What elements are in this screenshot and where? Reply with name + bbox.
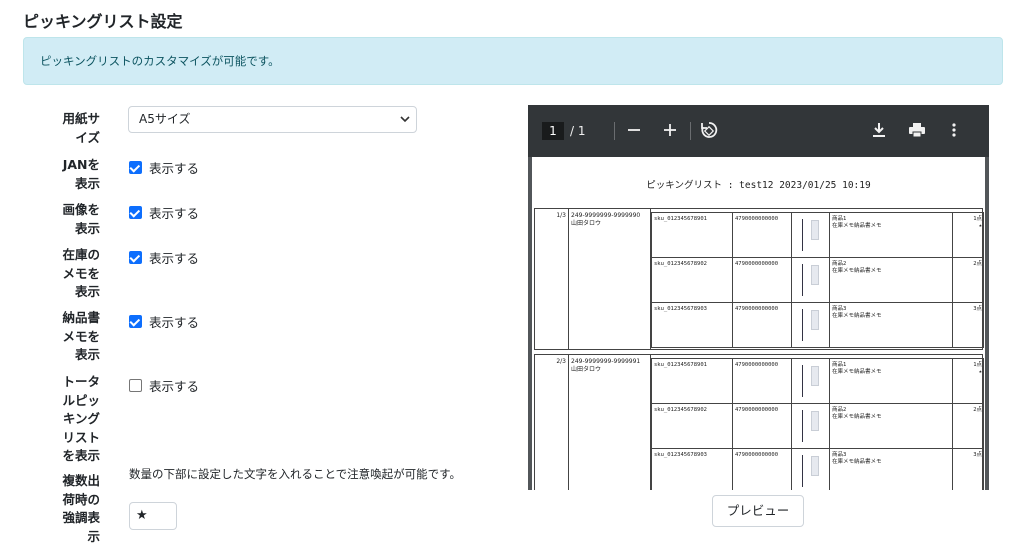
order-block: 2/3 249-9999999-9999991 山田タロウ sku_012345… — [534, 354, 984, 490]
show-stock-memo-checkbox-row[interactable]: 表示する — [129, 248, 199, 267]
info-alert-text: ピッキングリストのカスタマイズが可能です。 — [40, 54, 280, 68]
pdf-page: ピッキングリスト : test12 2023/01/25 10:19 1/3 2… — [532, 157, 985, 490]
show-jan-label: JANを 表示 — [62, 157, 100, 191]
paper-size-label: 用紙サ イズ — [62, 111, 100, 145]
pdf-viewer[interactable]: 1 / 1 ピッキングリスト : test12 2023/01/25 10:19… — [528, 105, 989, 490]
show-image-label: 画像を 表示 — [62, 202, 100, 236]
show-delivery-memo-checkbox-label: 表示する — [149, 315, 200, 330]
multi-emphasis-label: 複数出 荷時の 強調表 示 — [62, 473, 100, 544]
order-line: sku_012345678903 4790000000000 商品3 在庫メモ納品… — [651, 448, 984, 490]
show-delivery-memo-label: 納品書 メモを 表示 — [62, 310, 100, 362]
show-total-picking-checkbox[interactable] — [129, 379, 142, 392]
product-image — [792, 303, 830, 347]
preview-button[interactable]: プレビュー — [712, 495, 804, 527]
show-delivery-memo-checkbox[interactable] — [129, 315, 142, 328]
multi-emphasis-help: 数量の下部に設定した文字を入れることで注意喚起が可能です。 — [129, 467, 462, 481]
product-image — [792, 449, 830, 490]
toolbar-divider — [614, 122, 615, 140]
show-image-checkbox[interactable] — [129, 206, 142, 219]
page-number-input[interactable]: 1 — [542, 122, 564, 140]
page-title: ピッキングリスト設定 — [23, 12, 183, 31]
product-image — [792, 404, 830, 448]
zoom-out-icon[interactable] — [627, 119, 641, 147]
product-image — [792, 213, 830, 257]
show-stock-memo-checkbox[interactable] — [129, 251, 142, 264]
doc-title: ピッキングリスト : test12 2023/01/25 10:19 — [646, 180, 871, 191]
zoom-in-icon[interactable] — [663, 119, 677, 147]
order-index: 1/3 — [535, 209, 569, 349]
paper-size-value: A5サイズ — [139, 112, 191, 126]
order-line: sku_012345678903 4790000000000 商品3 在庫メモ納品… — [651, 302, 984, 348]
page-total: / 1 — [570, 124, 586, 138]
toolbar-divider — [690, 122, 691, 140]
print-icon[interactable] — [908, 119, 926, 147]
rotate-icon[interactable] — [700, 119, 718, 147]
show-image-checkbox-label: 表示する — [149, 206, 200, 221]
show-stock-memo-checkbox-label: 表示する — [149, 251, 200, 266]
info-alert: ピッキングリストのカスタマイズが可能です。 — [23, 37, 1003, 85]
order-line: sku_012345678901 4790000000000 商品1 在庫メモ納品… — [651, 358, 984, 404]
show-jan-checkbox-label: 表示する — [149, 161, 200, 176]
order-customer: 249-9999999-9999991 山田タロウ — [569, 355, 651, 490]
order-line: sku_012345678902 4790000000000 商品2 在庫メモ納品… — [651, 257, 984, 303]
show-delivery-memo-checkbox-row[interactable]: 表示する — [129, 312, 199, 331]
show-jan-checkbox-row[interactable]: 表示する — [129, 158, 199, 177]
order-customer: 249-9999999-9999990 山田タロウ — [569, 209, 651, 349]
chevron-down-icon — [400, 107, 410, 141]
more-icon[interactable] — [951, 119, 957, 147]
download-icon[interactable] — [871, 119, 887, 147]
show-stock-memo-label: 在庫の メモを 表示 — [62, 247, 100, 299]
order-line: sku_012345678902 4790000000000 商品2 在庫メモ納品… — [651, 403, 984, 449]
order-block: 1/3 249-9999999-9999990 山田タロウ sku_012345… — [534, 208, 984, 350]
emphasis-mark-input[interactable]: ★ — [129, 502, 177, 530]
show-total-picking-checkbox-row[interactable]: 表示する — [129, 376, 199, 395]
product-image — [792, 359, 830, 403]
order-line: sku_012345678901 4790000000000 商品1 在庫メモ納品… — [651, 212, 984, 258]
show-total-picking-checkbox-label: 表示する — [149, 379, 200, 394]
pdf-toolbar: 1 / 1 — [528, 105, 989, 157]
show-image-checkbox-row[interactable]: 表示する — [129, 203, 199, 222]
paper-size-select[interactable]: A5サイズ — [128, 106, 417, 133]
show-total-picking-label: トータ ルピッ キング リスト を表示 — [62, 374, 100, 463]
order-index: 2/3 — [535, 355, 569, 490]
show-jan-checkbox[interactable] — [129, 161, 142, 174]
product-image — [792, 258, 830, 302]
